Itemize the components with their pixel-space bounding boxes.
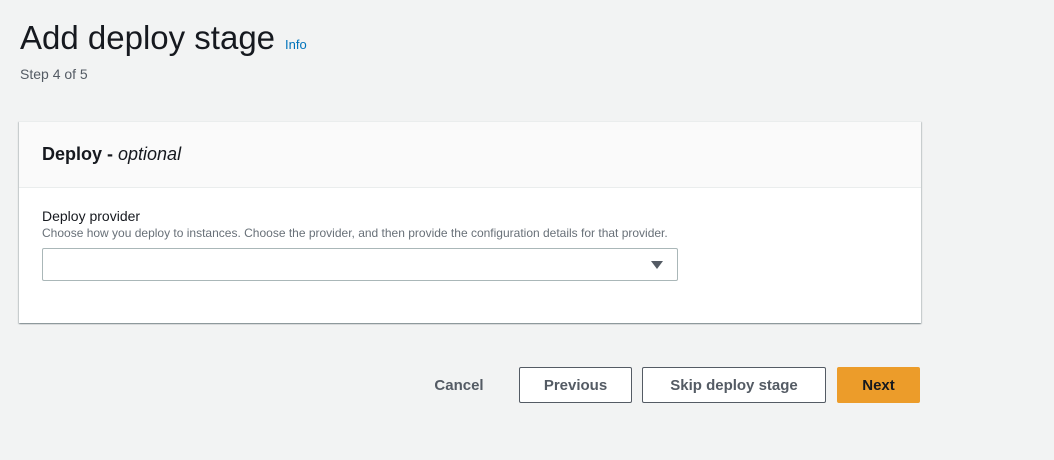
cancel-button[interactable]: Cancel xyxy=(418,367,500,403)
previous-button[interactable]: Previous xyxy=(519,367,632,403)
panel-header: Deploy - optional xyxy=(19,122,921,188)
info-link[interactable]: Info xyxy=(285,37,307,52)
deploy-provider-description: Choose how you deploy to instances. Choo… xyxy=(42,226,668,240)
next-button[interactable]: Next xyxy=(837,367,920,403)
wizard-actions: Cancel Previous Skip deploy stage Next xyxy=(0,367,1054,403)
page-header: Add deploy stage Info Step 4 of 5 xyxy=(20,18,307,82)
panel-body: Deploy provider Choose how you deploy to… xyxy=(19,188,921,281)
title-row: Add deploy stage Info xyxy=(20,18,307,58)
skip-deploy-stage-button[interactable]: Skip deploy stage xyxy=(642,367,826,403)
deploy-provider-select[interactable] xyxy=(42,248,678,281)
panel-title-main: Deploy - xyxy=(42,144,119,164)
deploy-provider-label: Deploy provider xyxy=(42,208,141,224)
deploy-panel: Deploy - optional Deploy provider Choose… xyxy=(19,121,921,323)
caret-down-icon xyxy=(651,261,663,269)
panel-title: Deploy - optional xyxy=(42,144,181,165)
step-indicator: Step 4 of 5 xyxy=(20,66,88,82)
panel-title-optional: optional xyxy=(118,144,182,164)
page-title: Add deploy stage xyxy=(20,19,276,56)
